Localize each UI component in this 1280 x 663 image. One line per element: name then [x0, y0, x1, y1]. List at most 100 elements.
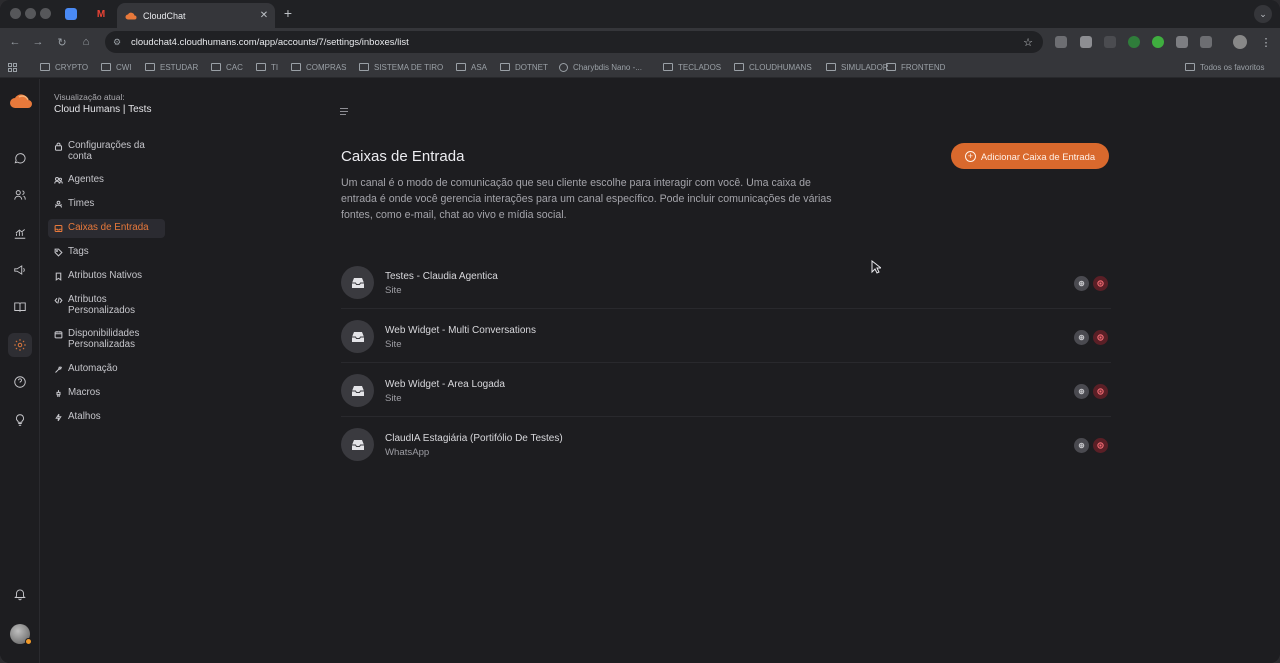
folder-icon — [291, 63, 301, 71]
inbox-delete-button[interactable] — [1093, 384, 1108, 399]
reload-icon[interactable]: ↻ — [54, 34, 70, 50]
close-window-button[interactable] — [10, 8, 21, 19]
sidebar-item-atalhos[interactable]: Atalhos — [48, 408, 165, 427]
extension-icon[interactable] — [1176, 36, 1188, 48]
inbox-row[interactable]: Web Widget - Area Logada Site — [341, 363, 1111, 417]
home-icon[interactable]: ⌂ — [78, 34, 94, 50]
bookmark-crypto[interactable]: CRYPTO — [40, 61, 88, 73]
bookmark-ti[interactable]: TI — [256, 61, 278, 73]
sidebar-item-automacao[interactable]: Automação — [48, 360, 165, 379]
gear-icon — [14, 339, 26, 351]
sidebar-item-tags[interactable]: Tags — [48, 243, 165, 262]
close-circle-icon — [1097, 442, 1104, 449]
inbox-row[interactable]: Web Widget - Multi Conversations Site — [341, 309, 1111, 363]
extension-icon[interactable] — [1152, 36, 1164, 48]
address-bar[interactable]: ⚙ cloudchat4.cloudhumans.com/app/account… — [105, 31, 1043, 53]
status-dot — [25, 638, 32, 645]
sidebar-item-atributos-personalizados[interactable]: Atributos Personalizados — [48, 291, 165, 320]
gear-icon — [1078, 388, 1085, 395]
bookmark-cwi[interactable]: CWI — [101, 61, 132, 73]
bookmark-dotnet[interactable]: DOTNET — [500, 61, 548, 73]
forward-icon[interactable]: → — [30, 34, 46, 50]
ideas-nav[interactable] — [8, 408, 32, 432]
back-icon[interactable]: ← — [7, 34, 23, 50]
inbox-settings-button[interactable] — [1074, 276, 1089, 291]
bookmarks-bar: CRYPTO CWI ESTUDAR CAC TI COMPRAS SISTEM… — [0, 56, 1280, 78]
browser-menu-icon[interactable]: ⋮ — [1258, 34, 1274, 50]
help-nav[interactable] — [8, 370, 32, 394]
bookmark-simulador[interactable]: SIMULADOR — [826, 61, 889, 73]
conversations-nav[interactable] — [8, 146, 32, 170]
sidebar-item-caixas-de-entrada[interactable]: Caixas de Entrada — [48, 219, 165, 238]
inbox-icon — [54, 224, 63, 233]
help-center-nav[interactable] — [8, 295, 32, 319]
bookmark-sistema-de-tiro[interactable]: SISTEMA DE TIRO — [359, 61, 443, 73]
sidebar-item-configuracoes[interactable]: Configurações da conta — [48, 137, 165, 166]
cloudchat-logo[interactable] — [9, 91, 33, 109]
bookmark-cac[interactable]: CAC — [211, 61, 243, 73]
inbox-channel: WhatsApp — [385, 447, 430, 458]
folder-icon — [734, 63, 744, 71]
sidebar-item-label: Atalhos — [68, 411, 101, 422]
sidebar-item-label: Atributos Personalizados — [68, 294, 135, 316]
new-tab-button[interactable]: + — [280, 5, 296, 21]
add-inbox-button[interactable]: + Adicionar Caixa de Entrada — [951, 143, 1109, 169]
automation-icon — [54, 365, 63, 374]
inbox-settings-button[interactable] — [1074, 384, 1089, 399]
bookmark-compras[interactable]: COMPRAS — [291, 61, 346, 73]
tab-cloudchat[interactable]: CloudChat ✕ — [117, 3, 275, 28]
extension-icon[interactable] — [1128, 36, 1140, 48]
settings-sidebar: Visualização atual: Cloud Humans | Tests… — [41, 79, 176, 663]
bookmark-star-icon[interactable]: ☆ — [1023, 36, 1033, 49]
folder-icon — [826, 63, 836, 71]
extension-icon[interactable] — [1104, 36, 1116, 48]
sidebar-item-label: Automação — [68, 363, 118, 374]
apps-grid-icon[interactable] — [8, 61, 17, 73]
lock-icon — [54, 142, 63, 151]
question-icon — [14, 376, 26, 388]
settings-nav[interactable] — [8, 333, 32, 357]
extension-icon[interactable] — [1055, 36, 1067, 48]
pinned-tab-1[interactable] — [57, 4, 85, 24]
pinned-tab-gmail[interactable]: M — [87, 4, 115, 24]
notifications-nav[interactable] — [8, 582, 32, 606]
extensions-puzzle-icon[interactable] — [1200, 36, 1212, 48]
bookmark-estudar[interactable]: ESTUDAR — [145, 61, 198, 73]
profile-avatar[interactable] — [1233, 35, 1247, 49]
menu-toggle-icon[interactable] — [340, 108, 348, 117]
minimize-window-button[interactable] — [25, 8, 36, 19]
inbox-delete-button[interactable] — [1093, 276, 1108, 291]
bookmark-asa[interactable]: ASA — [456, 61, 487, 73]
current-view-name[interactable]: Cloud Humans | Tests — [54, 104, 151, 115]
bookmark-charybdis[interactable]: Charybdis Nano -... — [559, 61, 642, 73]
inbox-delete-button[interactable] — [1093, 438, 1108, 453]
sidebar-item-agentes[interactable]: Agentes — [48, 171, 165, 190]
bookmark-teclados[interactable]: TECLADOS — [663, 61, 721, 73]
site-info-icon[interactable]: ⚙ — [113, 37, 127, 48]
contacts-nav[interactable] — [8, 183, 32, 207]
people-icon — [54, 176, 63, 185]
sidebar-item-atributos-nativos[interactable]: Atributos Nativos — [48, 267, 165, 286]
inbox-name: ClaudIA Estagiária (Portifólio De Testes… — [385, 433, 563, 444]
bookmark-frontend[interactable]: FRONTEND — [886, 61, 945, 73]
close-tab-icon[interactable]: ✕ — [257, 10, 271, 21]
sidebar-item-macros[interactable]: Macros — [48, 384, 165, 403]
maximize-window-button[interactable] — [40, 8, 51, 19]
inbox-settings-button[interactable] — [1074, 330, 1089, 345]
gear-icon — [1078, 442, 1085, 449]
url-text: cloudchat4.cloudhumans.com/app/accounts/… — [131, 36, 409, 48]
bookmark-cloudhumans[interactable]: CLOUDHUMANS — [734, 61, 812, 73]
all-bookmarks[interactable]: Todos os favoritos — [1185, 61, 1264, 73]
mouse-cursor-icon — [871, 260, 881, 274]
sidebar-item-disponibilidades[interactable]: Disponibilidades Personalizadas — [48, 325, 165, 354]
inbox-settings-button[interactable] — [1074, 438, 1089, 453]
campaigns-nav[interactable] — [8, 258, 32, 282]
tab-search-button[interactable]: ⌄ — [1254, 5, 1272, 23]
inbox-delete-button[interactable] — [1093, 330, 1108, 345]
inbox-row[interactable]: ClaudIA Estagiária (Portifólio De Testes… — [341, 417, 1111, 471]
inbox-row[interactable]: Testes - Claudia Agentica Site — [341, 255, 1111, 309]
user-avatar[interactable] — [10, 624, 32, 645]
reports-nav[interactable] — [8, 221, 32, 245]
extension-icon[interactable] — [1080, 36, 1092, 48]
sidebar-item-times[interactable]: Times — [48, 195, 165, 214]
